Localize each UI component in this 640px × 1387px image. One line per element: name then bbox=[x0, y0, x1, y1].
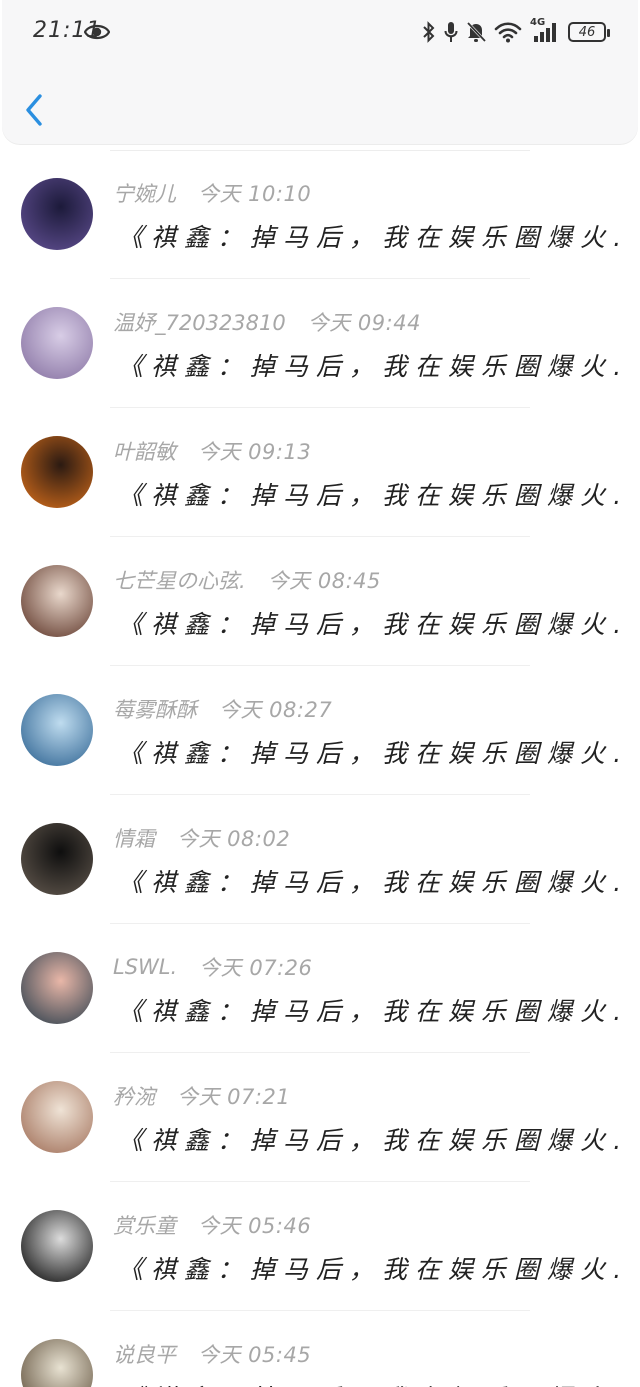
message-row[interactable]: 情霜 今天 08:02 《祺鑫：掉马后，我在娱乐圈爆火… bbox=[0, 795, 640, 924]
sender-name[interactable]: 莓雾酥酥 bbox=[113, 694, 197, 724]
message-text[interactable]: 《祺鑫：掉马后，我在娱乐圈爆火… bbox=[118, 605, 618, 645]
message-row[interactable]: 叶韶敏 今天 09:13 《祺鑫：掉马后，我在娱乐圈爆火… bbox=[0, 408, 640, 537]
message-meta: 矜涴 今天 07:21 bbox=[113, 1081, 290, 1111]
message-time: 今天 08:27 bbox=[219, 698, 333, 722]
sender-name[interactable]: 宁婉儿 bbox=[113, 178, 176, 208]
message-meta: 说良平 今天 05:45 bbox=[113, 1339, 311, 1369]
avatar[interactable] bbox=[21, 1339, 93, 1387]
status-icons: 4G 46 bbox=[422, 17, 610, 46]
message-meta: 赏乐童 今天 05:46 bbox=[113, 1210, 311, 1240]
avatar[interactable] bbox=[21, 436, 93, 508]
avatar[interactable] bbox=[21, 952, 93, 1024]
message-time: 今天 05:46 bbox=[198, 1214, 312, 1238]
avatar[interactable] bbox=[21, 565, 93, 637]
bell-off-icon bbox=[466, 21, 486, 43]
message-meta: 情霜 今天 08:02 bbox=[113, 823, 290, 853]
sender-name[interactable]: 说良平 bbox=[113, 1339, 176, 1369]
message-text[interactable]: 《祺鑫：掉马后，我在娱乐圈爆火… bbox=[118, 863, 618, 903]
message-row[interactable]: 说良平今天 05:45 《祺鑫：掉马后，我在娱乐圈爆火… bbox=[0, 1311, 640, 1387]
message-row[interactable]: 宁婉儿 今天 10:10 《祺鑫：掉马后，我在娱乐圈爆火… bbox=[0, 150, 640, 279]
avatar[interactable] bbox=[21, 178, 93, 250]
message-text[interactable]: 《祺鑫：掉马后，我在娱乐圈爆火… bbox=[118, 476, 618, 516]
bluetooth-icon bbox=[423, 21, 435, 43]
message-time: 今天 10:10 bbox=[198, 182, 312, 206]
message-time: 今天 08:45 bbox=[267, 569, 381, 593]
message-time: 今天 07:26 bbox=[199, 956, 313, 980]
avatar[interactable] bbox=[21, 694, 93, 766]
message-meta: 七芒星の心弦. 今天 08:45 bbox=[113, 565, 381, 595]
sender-name[interactable]: 情霜 bbox=[113, 823, 155, 853]
message-text[interactable]: 《祺鑫：掉马后，我在娱乐圈爆火… bbox=[118, 218, 618, 258]
message-meta: 宁婉儿 今天 10:10 bbox=[113, 178, 311, 208]
message-row[interactable]: LSWL. 今天 07:26 《祺鑫：掉马后，我在娱乐圈爆火… bbox=[0, 924, 640, 1053]
message-time: 今天 07:21 bbox=[177, 1085, 291, 1109]
chevron-left-icon bbox=[26, 94, 42, 126]
message-time: 今天 05:45 bbox=[198, 1343, 312, 1367]
eye-icon bbox=[84, 24, 110, 40]
message-text[interactable]: 《祺鑫：掉马后，我在娱乐圈爆火… bbox=[118, 1379, 618, 1387]
message-time: 今天 09:13 bbox=[198, 440, 312, 464]
message-text[interactable]: 《祺鑫：掉马后，我在娱乐圈爆火… bbox=[118, 347, 618, 387]
status-bar: 21:11 4G 46 bbox=[0, 0, 640, 64]
sender-name[interactable]: 温妤_720323810 bbox=[113, 307, 286, 337]
message-meta: 莓雾酥酥 今天 08:27 bbox=[113, 694, 332, 724]
avatar[interactable] bbox=[21, 1081, 93, 1153]
message-time: 今天 08:02 bbox=[177, 827, 291, 851]
message-text[interactable]: 《祺鑫：掉马后，我在娱乐圈爆火… bbox=[118, 1250, 618, 1290]
mic-icon bbox=[444, 22, 458, 42]
message-row[interactable]: 赏乐童 今天 05:46 《祺鑫：掉马后，我在娱乐圈爆火… bbox=[0, 1182, 640, 1311]
wifi-icon bbox=[494, 22, 522, 43]
message-text[interactable]: 《祺鑫：掉马后，我在娱乐圈爆火… bbox=[118, 1121, 618, 1161]
message-meta: 温妤_720323810 今天 09:44 bbox=[113, 307, 421, 337]
sender-name[interactable]: 矜涴 bbox=[113, 1081, 155, 1111]
message-meta: LSWL. 今天 07:26 bbox=[113, 952, 312, 982]
sender-name[interactable]: 七芒星の心弦. bbox=[113, 565, 246, 595]
sender-name[interactable]: 赏乐童 bbox=[113, 1210, 176, 1240]
message-row[interactable]: 莓雾酥酥 今天 08:27 《祺鑫：掉马后，我在娱乐圈爆火… bbox=[0, 666, 640, 795]
avatar[interactable] bbox=[21, 1210, 93, 1282]
message-row[interactable]: 矜涴 今天 07:21 《祺鑫：掉马后，我在娱乐圈爆火… bbox=[0, 1053, 640, 1182]
avatar[interactable] bbox=[21, 307, 93, 379]
message-meta: 叶韶敏 今天 09:13 bbox=[113, 436, 311, 466]
message-text[interactable]: 《祺鑫：掉马后，我在娱乐圈爆火… bbox=[118, 734, 618, 774]
back-button[interactable] bbox=[20, 88, 52, 132]
screen: 21:11 4G 46 宁婉儿 今天 10:10 《祺鑫：掉马后，我在娱乐圈爆火… bbox=[0, 0, 640, 1387]
avatar[interactable] bbox=[21, 823, 93, 895]
message-text[interactable]: 《祺鑫：掉马后，我在娱乐圈爆火… bbox=[118, 992, 618, 1032]
message-row[interactable]: 七芒星の心弦. 今天 08:45 《祺鑫：掉马后，我在娱乐圈爆火… bbox=[0, 537, 640, 666]
battery-icon: 46 bbox=[568, 22, 610, 42]
sender-name[interactable]: 叶韶敏 bbox=[113, 436, 176, 466]
sender-name[interactable]: LSWL. bbox=[113, 955, 177, 979]
battery-level: 46 bbox=[578, 24, 596, 40]
message-time: 今天 09:44 bbox=[307, 311, 421, 335]
message-list: 宁婉儿 今天 10:10 《祺鑫：掉马后，我在娱乐圈爆火… 温妤_720323810 今… bbox=[0, 150, 640, 1387]
signal-icon: 4G bbox=[530, 17, 560, 44]
message-row[interactable]: 温妤_720323810 今天 09:44 《祺鑫：掉马后，我在娱乐圈爆火… bbox=[0, 279, 640, 408]
